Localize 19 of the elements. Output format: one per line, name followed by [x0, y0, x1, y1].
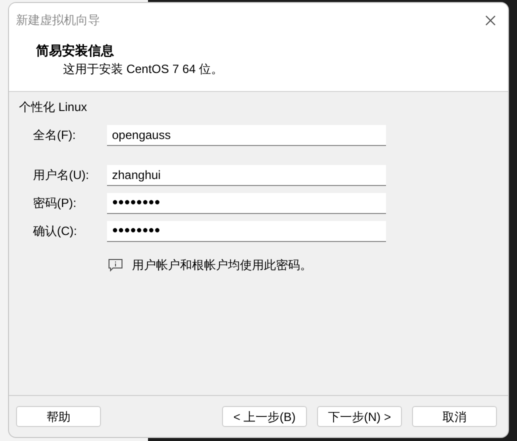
- input-field[interactable]: zhanghui: [107, 164, 386, 186]
- field-label: 全名(F):: [32, 127, 77, 144]
- field-label: 用户名(U):: [32, 167, 90, 184]
- close-icon[interactable]: [485, 14, 496, 26]
- nav-button[interactable]: 取消: [412, 406, 497, 427]
- section-title: 个性化 Linux: [19, 99, 88, 116]
- nav-button[interactable]: 下一步(N) >: [317, 406, 402, 427]
- field-label: 密码(P):: [32, 195, 78, 212]
- header-subtitle: 这用于安装 CentOS 7 64 位。: [62, 61, 224, 78]
- hint-text: 用户帐户和根帐户均使用此密码。: [132, 257, 312, 274]
- password-field[interactable]: ●●●●●●●●: [107, 220, 386, 242]
- nav-button[interactable]: < 上一步(B): [222, 406, 307, 427]
- header-title: 简易安装信息: [36, 42, 114, 60]
- password-field[interactable]: ●●●●●●●●: [107, 192, 386, 214]
- help-button[interactable]: 帮助: [16, 406, 101, 427]
- input-field[interactable]: opengauss: [107, 124, 386, 146]
- window-title: 新建虚拟机向导: [16, 12, 100, 29]
- info-icon: [108, 258, 123, 272]
- field-label: 确认(C):: [32, 223, 78, 240]
